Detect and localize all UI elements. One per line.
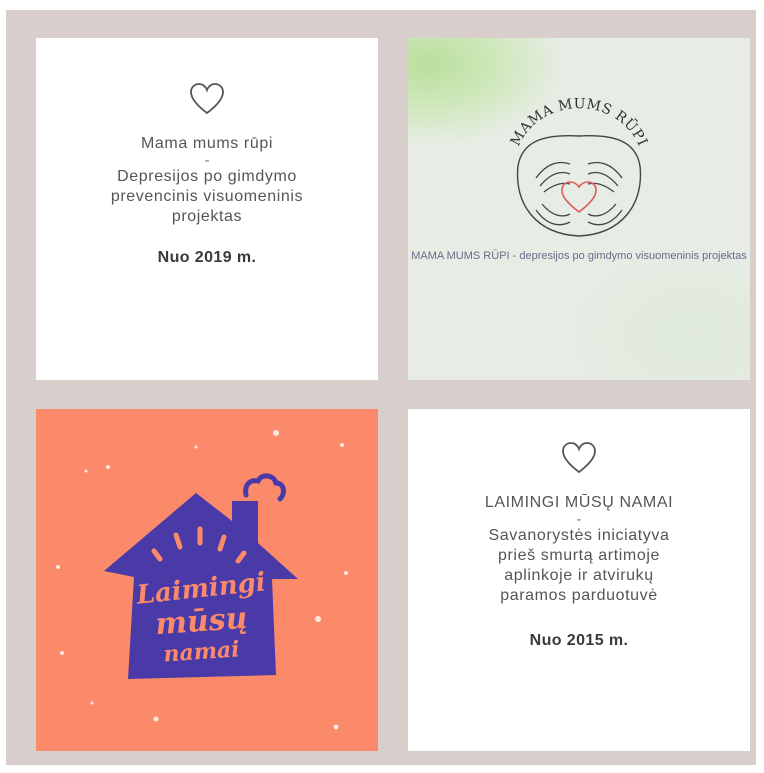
logo-arc-text: MAMA MUMS RŪPI xyxy=(508,96,651,149)
card-year: Nuo 2019 m. xyxy=(157,249,257,266)
card-title: Mama mums rūpi xyxy=(141,135,273,152)
card-subtitle: Savanorystės iniciatyva prieš smurtą art… xyxy=(488,527,670,604)
card-subtitle: Depresijos po gimdymo prevencinis visuom… xyxy=(110,168,304,225)
card-year: Nuo 2015 m. xyxy=(529,632,629,649)
logo-line-3: namai xyxy=(163,636,241,667)
card-dash: - xyxy=(204,152,210,169)
card-mama-mums-rupi[interactable]: Mama mums rūpi - Depresijos po gimdymo p… xyxy=(36,38,378,380)
house-logo: Laimingi mūsų namai xyxy=(56,430,348,730)
card-laimingi-musu-namai-logo[interactable]: Laimingi mūsų namai xyxy=(36,409,378,751)
card-title: LAIMINGI MŪSŲ NAMAI xyxy=(484,494,674,511)
card-dash: - xyxy=(576,511,582,528)
logo-caption: MAMA MUMS RŪPI - depresijos po gimdymo v… xyxy=(411,250,747,262)
card-mama-mums-rupi-logo[interactable]: MAMA MUMS RŪPI MAMA MUMS RŪPI - depresij… xyxy=(408,38,750,380)
heart-outline-icon xyxy=(562,442,596,474)
hands-heart-logo: MAMA MUMS RŪPI xyxy=(508,96,651,237)
card-laimingi-musu-namai[interactable]: LAIMINGI MŪSŲ NAMAI - Savanorystės inici… xyxy=(408,409,750,751)
heart-outline-icon xyxy=(190,83,224,115)
